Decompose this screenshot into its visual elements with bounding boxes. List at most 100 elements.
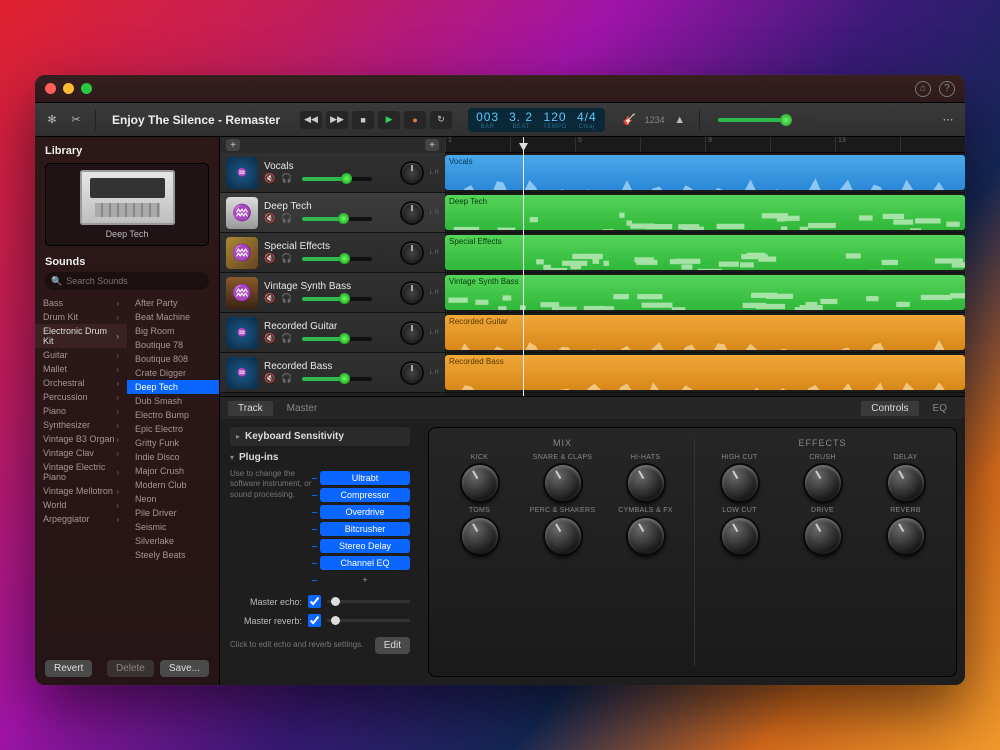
delete-button[interactable]: Delete (107, 660, 154, 677)
headphones-icon[interactable]: 🎧 (281, 333, 292, 344)
count-in-label[interactable]: 1234 (645, 115, 665, 125)
stop-button[interactable]: ■ (352, 111, 374, 129)
preset-beat-machine[interactable]: Beat Machine (127, 310, 219, 324)
category-vintage-b3-organ[interactable]: Vintage B3 Organ› (35, 432, 127, 446)
zoom-window[interactable] (81, 83, 92, 94)
headphones-icon[interactable]: 🎧 (281, 213, 292, 224)
category-vintage-electric-piano[interactable]: Vintage Electric Piano› (35, 460, 127, 484)
scissors-icon[interactable]: ✂ (67, 111, 85, 129)
plugin-bitcrusher[interactable]: Bitcrusher (320, 522, 410, 536)
search-input[interactable] (66, 276, 203, 286)
knob-cymbals-fx[interactable] (628, 518, 664, 554)
category-orchestral[interactable]: Orchestral› (35, 376, 127, 390)
knob-hi-hats[interactable] (628, 465, 664, 501)
plugins-disclosure[interactable]: ▾ Plug-ins (230, 452, 410, 463)
track-header-3[interactable]: ♒Vintage Synth Bass🔇🎧L R (220, 273, 445, 313)
mute-icon[interactable]: 🔇 (264, 293, 275, 304)
plugin-stereo-delay[interactable]: Stereo Delay (320, 539, 410, 553)
mute-icon[interactable]: 🔇 (264, 173, 275, 184)
category-guitar[interactable]: Guitar› (35, 348, 127, 362)
plugin-ultrabt[interactable]: Ultrabt (320, 471, 410, 485)
rewind-button[interactable]: ◀◀ (300, 111, 322, 129)
pan-knob[interactable] (402, 323, 422, 343)
more-icon[interactable]: ⋯ (939, 111, 957, 129)
sounds-search[interactable]: 🔍 (45, 272, 209, 290)
add-region-button[interactable]: + (425, 139, 439, 151)
preset-gritty-funk[interactable]: Gritty Funk (127, 436, 219, 450)
knob-perc-shakers[interactable] (545, 518, 581, 554)
metronome-icon[interactable]: ▲ (671, 111, 689, 129)
knob-kick[interactable] (462, 465, 498, 501)
settings-icon[interactable]: ✻ (43, 111, 61, 129)
track-header-5[interactable]: ♒Recorded Bass🔇🎧L R (220, 353, 445, 393)
instrument-card[interactable]: Deep Tech (45, 163, 209, 246)
minimize-window[interactable] (63, 83, 74, 94)
knob-crush[interactable] (805, 465, 841, 501)
playhead[interactable] (523, 137, 524, 396)
plugin-channel-eq[interactable]: Channel EQ (320, 556, 410, 570)
preset-boutique-808[interactable]: Boutique 808 (127, 352, 219, 366)
pan-knob[interactable] (402, 363, 422, 383)
tab-track[interactable]: Track (228, 401, 273, 416)
tuner-icon[interactable]: 🎸 (621, 111, 639, 129)
plugin-compressor[interactable]: Compressor (320, 488, 410, 502)
master-volume-slider[interactable] (718, 118, 813, 122)
category-synthesizer[interactable]: Synthesizer› (35, 418, 127, 432)
pan-knob[interactable] (402, 203, 422, 223)
pan-knob[interactable] (402, 243, 422, 263)
track-volume-slider[interactable] (302, 297, 372, 301)
category-drum-kit[interactable]: Drum Kit› (35, 310, 127, 324)
preset-pile-driver[interactable]: Pile Driver (127, 506, 219, 520)
category-bass[interactable]: Bass› (35, 296, 127, 310)
track-volume-slider[interactable] (302, 377, 372, 381)
track-header-0[interactable]: ♒Vocals🔇🎧L R (220, 153, 445, 193)
preset-steely-beats[interactable]: Steely Beats (127, 548, 219, 562)
category-vintage-clav[interactable]: Vintage Clav› (35, 446, 127, 460)
add-plugin-button[interactable]: + (320, 573, 410, 587)
add-track-button[interactable]: + (226, 139, 240, 151)
master-echo-slider[interactable] (327, 600, 410, 603)
track-header-2[interactable]: ♒Special Effects🔇🎧L R (220, 233, 445, 273)
preset-seismic[interactable]: Seismic (127, 520, 219, 534)
preset-epic-electro[interactable]: Epic Electro (127, 422, 219, 436)
preset-silverlake[interactable]: Silverlake (127, 534, 219, 548)
mute-icon[interactable]: 🔇 (264, 253, 275, 264)
tab-master[interactable]: Master (277, 401, 328, 416)
pan-knob[interactable] (402, 283, 422, 303)
knob-low-cut[interactable] (722, 518, 758, 554)
track-header-4[interactable]: ♒Recorded Guitar🔇🎧L R (220, 313, 445, 353)
play-button[interactable]: ▶ (378, 111, 400, 129)
revert-button[interactable]: Revert (45, 660, 92, 677)
preset-deep-tech[interactable]: Deep Tech (127, 380, 219, 394)
category-vintage-mellotron[interactable]: Vintage Mellotron› (35, 484, 127, 498)
preset-major-crush[interactable]: Major Crush (127, 464, 219, 478)
knob-toms[interactable] (462, 518, 498, 554)
preset-dub-smash[interactable]: Dub Smash (127, 394, 219, 408)
track-volume-slider[interactable] (302, 177, 372, 181)
track-volume-slider[interactable] (302, 257, 372, 261)
track-volume-slider[interactable] (302, 337, 372, 341)
knob-snare-claps[interactable] (545, 465, 581, 501)
mute-icon[interactable]: 🔇 (264, 213, 275, 224)
knob-reverb[interactable] (888, 518, 924, 554)
category-piano[interactable]: Piano› (35, 404, 127, 418)
headphones-icon[interactable]: 🎧 (281, 253, 292, 264)
preset-electro-bump[interactable]: Electro Bump (127, 408, 219, 422)
preset-modern-club[interactable]: Modern Club (127, 478, 219, 492)
headphones-icon[interactable]: 🎧 (281, 293, 292, 304)
preset-neon[interactable]: Neon (127, 492, 219, 506)
mute-icon[interactable]: 🔇 (264, 373, 275, 384)
preset-indie-disco[interactable]: Indie Disco (127, 450, 219, 464)
master-echo-checkbox[interactable] (308, 595, 321, 608)
edit-button[interactable]: Edit (375, 637, 410, 654)
category-electronic-drum-kit[interactable]: Electronic Drum Kit› (35, 324, 127, 348)
help-icon[interactable]: ? (939, 81, 955, 97)
lcd-display[interactable]: 003BAR 3. 2BEAT 120TEMPO 4/4Cmaj (468, 108, 605, 132)
save-button[interactable]: Save... (160, 660, 209, 677)
preset-big-room[interactable]: Big Room (127, 324, 219, 338)
inbox-icon[interactable]: ⌂ (915, 81, 931, 97)
preset-crate-digger[interactable]: Crate Digger (127, 366, 219, 380)
plugin-overdrive[interactable]: Overdrive (320, 505, 410, 519)
category-arpeggiator[interactable]: Arpeggiator› (35, 512, 127, 526)
category-percussion[interactable]: Percussion› (35, 390, 127, 404)
